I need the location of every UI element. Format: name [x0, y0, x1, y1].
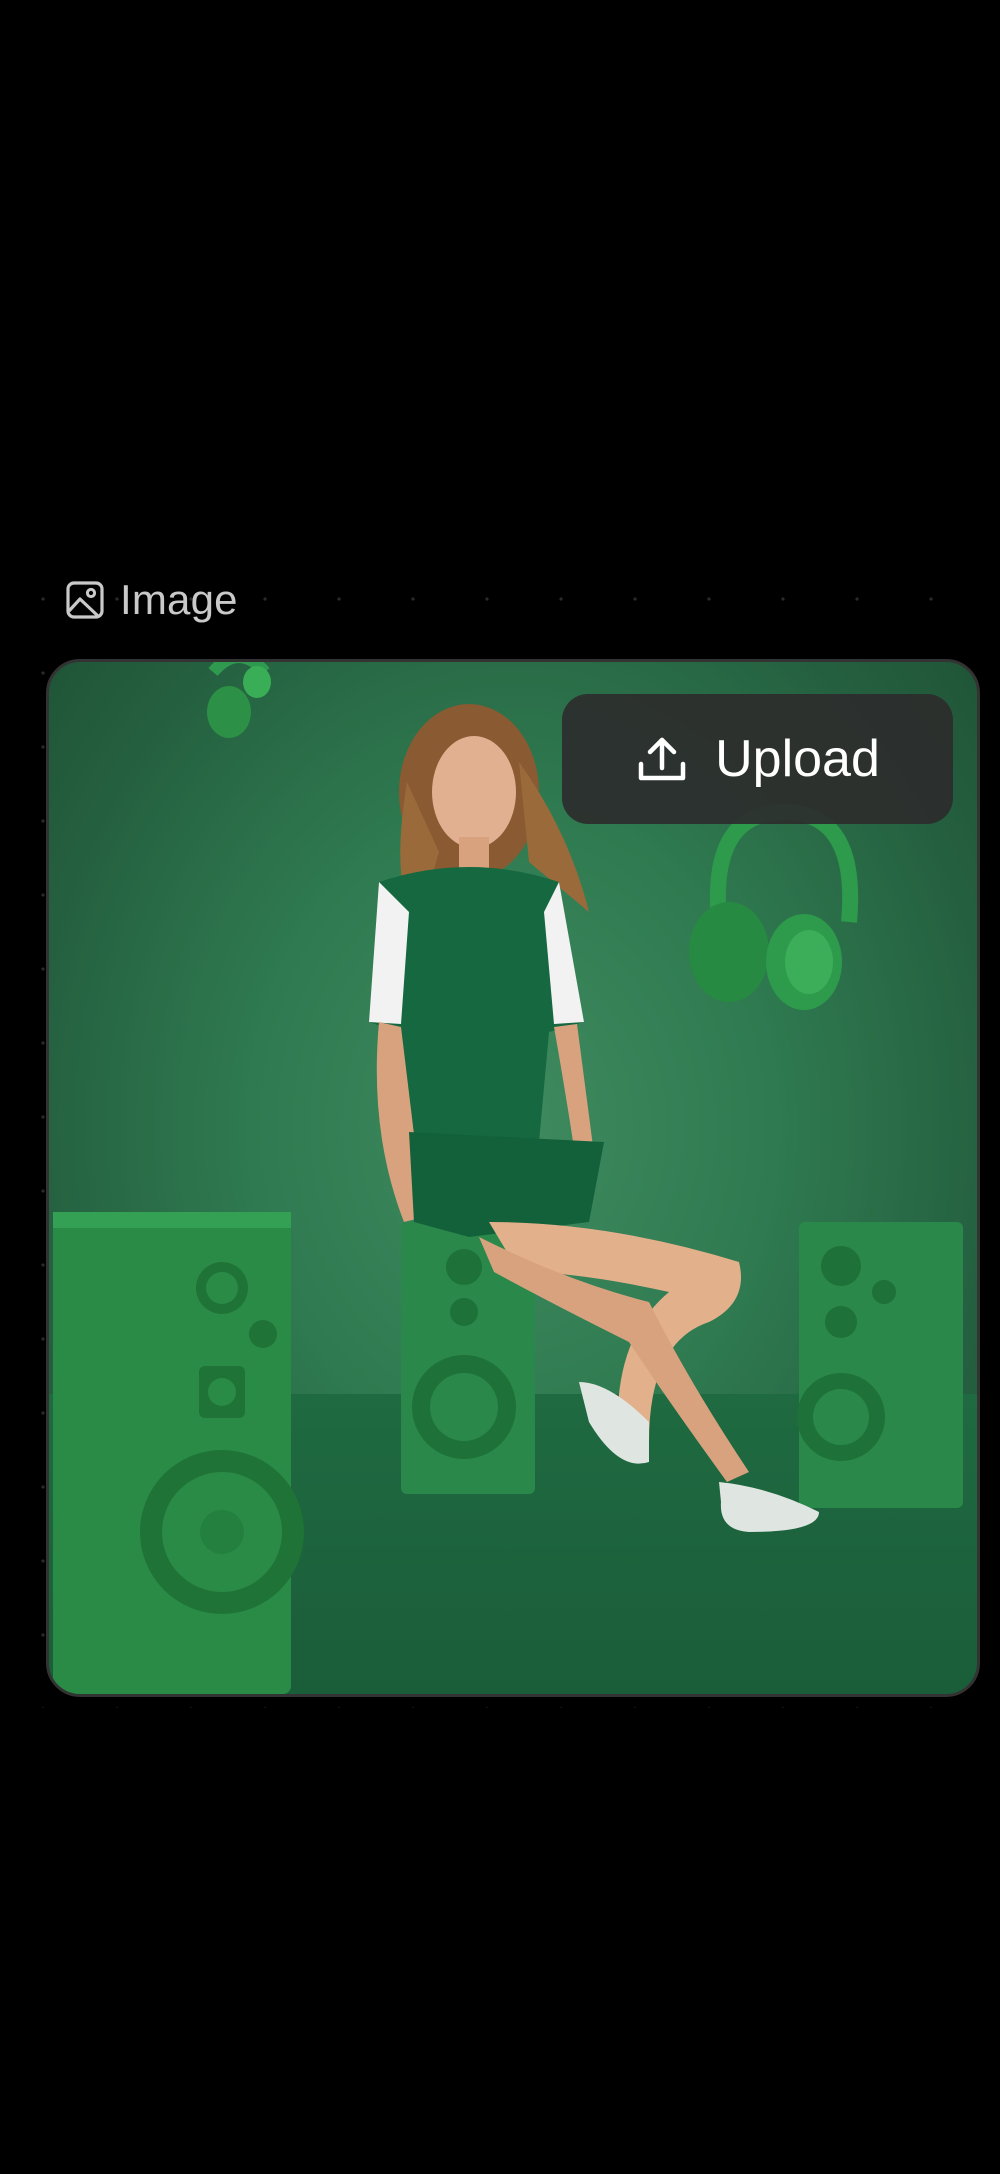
upload-button-label: Upload	[715, 730, 880, 788]
image-node-header[interactable]: Image	[64, 572, 238, 628]
image-preview[interactable]: Upload	[46, 659, 980, 1697]
headphones-large	[689, 803, 859, 1010]
image-icon	[64, 579, 106, 621]
speaker-left	[53, 1212, 304, 1694]
upload-icon	[635, 732, 689, 786]
node-title: Image	[120, 576, 238, 623]
headphones-small	[207, 662, 271, 738]
upload-button[interactable]: Upload	[562, 694, 953, 824]
speaker-right	[797, 1222, 963, 1508]
